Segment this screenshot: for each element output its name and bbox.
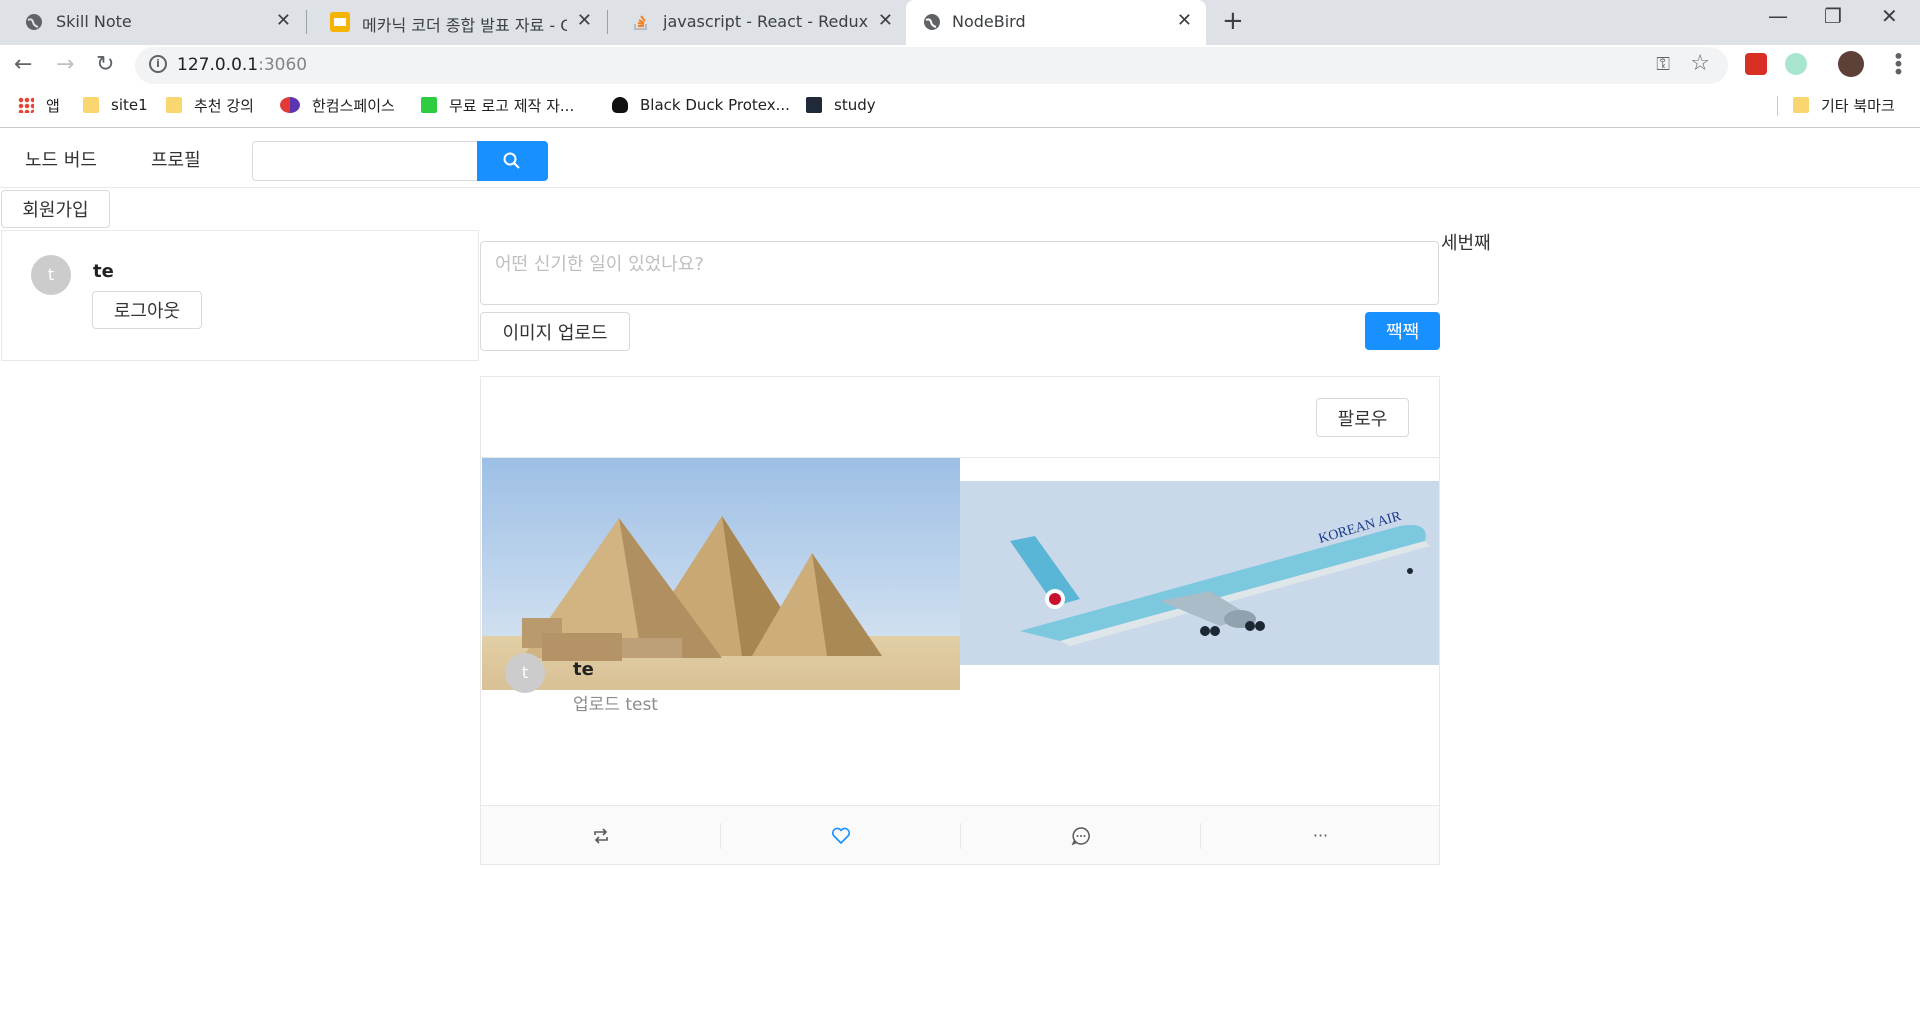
bookmark-other[interactable]: 기타 북마크 xyxy=(1793,90,1895,120)
message-icon xyxy=(1071,826,1090,845)
bookmark-apps[interactable]: 앱 xyxy=(18,90,60,120)
tab-skill-note[interactable]: Skill Note ✕ xyxy=(0,0,305,45)
bookmark-hancom[interactable]: 한컴스페이스 xyxy=(280,90,395,120)
signup-button[interactable]: 회원가입 xyxy=(1,190,110,228)
hancom-icon xyxy=(280,97,300,113)
folder-icon xyxy=(83,97,99,113)
extension-icon[interactable] xyxy=(1785,53,1807,75)
menu-item-profile[interactable]: 프로필 xyxy=(151,146,201,172)
user-profile-card: t te 로그아웃 xyxy=(1,230,479,361)
post-image-airplane[interactable]: KOREAN AIR xyxy=(960,481,1439,665)
info-icon[interactable]: i xyxy=(149,55,167,73)
star-icon[interactable]: ☆ xyxy=(1690,51,1710,76)
tab-nodebird[interactable]: NodeBird ✕ xyxy=(906,0,1206,45)
close-icon[interactable]: ✕ xyxy=(1177,10,1192,31)
post-card-header: 팔로우 xyxy=(481,377,1439,458)
image-upload-button[interactable]: 이미지 업로드 xyxy=(480,312,630,351)
apps-grid-icon xyxy=(18,97,34,113)
search-button[interactable] xyxy=(477,141,548,181)
post-author: te xyxy=(573,659,594,680)
post-card: 팔로우 KOREAN AIR t te 업로드 test ··· xyxy=(480,376,1440,865)
avatar: t xyxy=(31,255,71,295)
ellipsis-icon: ··· xyxy=(1312,826,1329,845)
post-content: 업로드 test xyxy=(573,695,658,715)
tab-google-slides[interactable]: 메카닉 코더 종합 발표 자료 - Go ✕ xyxy=(306,0,606,45)
close-icon[interactable]: ✕ xyxy=(577,10,592,31)
logo-maker-icon xyxy=(421,97,437,113)
folder-icon xyxy=(166,97,182,113)
extension-icon[interactable] xyxy=(1745,53,1767,75)
forward-button[interactable]: → xyxy=(56,52,74,77)
post-actions: ··· xyxy=(481,805,1439,864)
bookmark-black-duck[interactable]: Black Duck Protex... xyxy=(612,90,790,120)
tab-title: 메카닉 코더 종합 발표 자료 - Go xyxy=(362,16,567,35)
bookmark-label: 무료 로고 제작 자... xyxy=(449,96,575,115)
browser-tab-bar: Skill Note ✕ 메카닉 코더 종합 발표 자료 - Go ✕ java… xyxy=(0,0,1920,45)
avatar: t xyxy=(505,653,545,693)
bookmark-site1[interactable]: site1 xyxy=(83,90,148,120)
back-button[interactable]: ← xyxy=(14,52,32,77)
right-column-text: 세번째 xyxy=(1441,233,1491,254)
close-icon[interactable]: ✕ xyxy=(276,10,291,31)
globe-icon xyxy=(924,14,940,30)
submit-post-button[interactable]: 짹짹 xyxy=(1365,312,1440,350)
bookmark-label: 앱 xyxy=(46,96,60,115)
more-button[interactable]: ··· xyxy=(1201,806,1440,865)
bookmark-label: Black Duck Protex... xyxy=(640,96,790,114)
chrome-menu-icon[interactable]: ••• xyxy=(1886,50,1910,73)
tab-title: Skill Note xyxy=(56,12,132,31)
bookmark-label: study xyxy=(834,96,876,114)
study-icon xyxy=(806,97,822,113)
window-close-button[interactable]: ✕ xyxy=(1881,4,1898,28)
url-host: 127.0.0.1 xyxy=(177,55,259,75)
tab-stackoverflow[interactable]: javascript - React - Redux App: ✕ xyxy=(607,0,907,45)
post-image-pyramids[interactable] xyxy=(482,458,960,690)
bookmark-divider xyxy=(1777,96,1778,116)
bookmark-lectures[interactable]: 추천 강의 xyxy=(166,90,254,120)
comment-button[interactable] xyxy=(961,806,1200,865)
bookmark-label: 기타 북마크 xyxy=(1821,96,1895,115)
airplane-image: KOREAN AIR xyxy=(960,481,1439,665)
url-port: :3060 xyxy=(258,55,308,75)
tab-title: javascript - React - Redux App: xyxy=(663,12,873,31)
new-tab-button[interactable]: + xyxy=(1222,6,1244,36)
slides-icon xyxy=(330,12,350,32)
post-textarea[interactable] xyxy=(480,241,1439,305)
reload-button[interactable]: ↻ xyxy=(96,52,114,77)
retweet-icon xyxy=(593,827,608,844)
stackoverflow-icon xyxy=(634,15,647,30)
bookmark-label: 한컴스페이스 xyxy=(312,96,395,115)
url-text: 127.0.0.1:3060 xyxy=(177,55,307,75)
profile-avatar[interactable] xyxy=(1838,51,1864,77)
search-input[interactable] xyxy=(252,141,478,181)
bookmark-label: 추천 강의 xyxy=(194,96,254,115)
folder-icon xyxy=(1793,97,1809,113)
user-name: te xyxy=(93,261,114,282)
bookmarks-bar: 앱 site1 추천 강의 한컴스페이스 무료 로고 제작 자... Black… xyxy=(0,90,1920,128)
bookmark-logo-maker[interactable]: 무료 로고 제작 자... xyxy=(421,90,574,120)
globe-icon xyxy=(26,14,42,30)
address-bar[interactable]: i 127.0.0.1:3060 ⚿ ☆ xyxy=(135,47,1728,84)
black-duck-icon xyxy=(612,97,628,113)
heart-icon xyxy=(831,827,850,844)
search-icon xyxy=(503,152,520,169)
close-icon[interactable]: ✕ xyxy=(878,10,893,31)
retweet-button[interactable] xyxy=(481,806,720,865)
key-icon[interactable]: ⚿ xyxy=(1656,54,1670,75)
follow-button[interactable]: 팔로우 xyxy=(1316,398,1409,437)
bookmark-label: site1 xyxy=(111,96,148,114)
logout-button[interactable]: 로그아웃 xyxy=(92,291,202,329)
maximize-button[interactable]: ❐ xyxy=(1824,4,1842,28)
menu-item-home[interactable]: 노드 버드 xyxy=(25,146,97,172)
like-button[interactable] xyxy=(721,806,960,865)
minimize-button[interactable]: — xyxy=(1768,4,1788,28)
bookmark-study[interactable]: study xyxy=(806,90,876,120)
pyramids-image xyxy=(482,458,960,690)
tab-title: NodeBird xyxy=(952,12,1026,31)
